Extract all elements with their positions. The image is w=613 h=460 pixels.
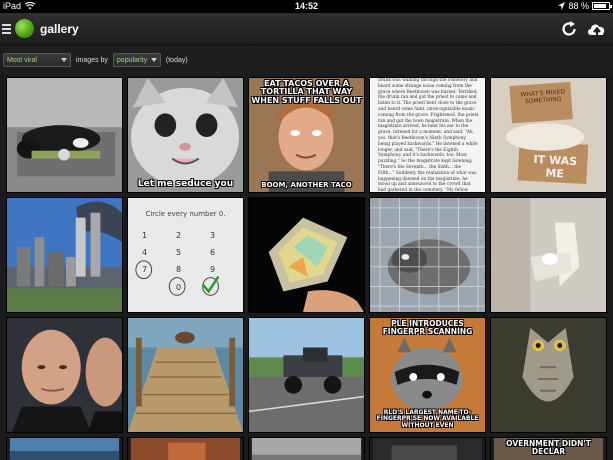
gallery-tile-truck[interactable] [248, 317, 365, 433]
dog-hiding-image [491, 198, 606, 312]
battery-icon [592, 2, 612, 10]
menu-icon[interactable] [2, 22, 11, 35]
gallery-tile-partial[interactable] [6, 437, 123, 460]
sort-select-value: Most viral [7, 56, 37, 64]
gallery-tile-meme-cat[interactable]: Let me seduce you [127, 77, 244, 193]
refresh-icon[interactable] [560, 20, 578, 38]
order-select-value: popularity [116, 56, 148, 64]
gallery-tile-partial[interactable] [127, 437, 244, 460]
meme-top-text: EAT TACOS OVER A TORTILLA THAT WAY WHEN … [251, 79, 362, 105]
gallery-tile-owl[interactable] [490, 317, 607, 433]
period-label: (today) [165, 56, 188, 64]
gallery-tile-cage[interactable] [369, 197, 486, 313]
cat-sleeping-image [7, 78, 122, 192]
gallery-tile-meme-partial[interactable]: OVERNMENT DIDN'T DECLAR [490, 437, 607, 460]
meme-top-text: OVERNMENT DIDN'T DECLAR [506, 439, 591, 456]
meme-top-text: PLE INTRODUCES FINGERPR SCANNING [382, 319, 473, 336]
dock-dog-image [128, 318, 243, 432]
partial-image [9, 438, 120, 460]
lifted-truck-image [249, 318, 364, 432]
gallery-grid: Let me seduce you EAT TACOS OVER A TORTI… [6, 77, 607, 460]
app-header: gallery [0, 13, 613, 45]
cat-face-image [128, 78, 243, 192]
bald-man-image [7, 318, 122, 432]
partial-image [251, 438, 362, 460]
clock: 14:52 [294, 1, 319, 11]
opal-image [249, 198, 364, 312]
sign-bottom-text: IT WAS ME [533, 152, 578, 181]
partial-image [372, 438, 483, 460]
meme-bottom-text: RLD'S LARGEST NAME-TO-FINGERPR SE NOW AV… [376, 409, 479, 429]
app-title: gallery [40, 22, 79, 36]
status-bar: iPad 14:52 88 % [0, 0, 613, 13]
meme-bottom-text: Let me seduce you [137, 178, 234, 189]
filter-bar: Most viral images by popularity (today) [0, 46, 613, 74]
chevron-down-icon [61, 58, 67, 62]
gallery-tile-opal[interactable] [248, 197, 365, 313]
owl-image [491, 318, 606, 432]
logo-icon [15, 19, 34, 38]
gallery-tile-meme-guy[interactable]: EAT TACOS OVER A TORTILLA THAT WAY WHEN … [248, 77, 365, 193]
city-skyline-image [7, 198, 122, 312]
gallery-tile-partial[interactable] [248, 437, 365, 460]
gallery-tile-dog[interactable] [490, 197, 607, 313]
order-select[interactable]: popularity [112, 53, 161, 67]
gallery-tile-cat-sleeping[interactable] [6, 77, 123, 193]
gallery-tile-dock[interactable] [127, 317, 244, 433]
battery-percent: 88 % [568, 1, 589, 11]
gallery-tile-bruce[interactable] [6, 317, 123, 433]
caged-animal-image [370, 198, 485, 312]
gallery-tile-numbers[interactable]: Circle every number 0. 1 2 3 4 5 6 7 8 9… [127, 197, 244, 313]
meme-bottom-text: BOOM, ANOTHER TACO [261, 180, 352, 189]
gallery-tile-meme-raccoon[interactable]: PLE INTRODUCES FINGERPR SCANNING RLD'S L… [369, 317, 486, 433]
gallery-tile-article[interactable]: drunk was walking through the cemetery a… [369, 77, 486, 193]
gallery-tile-city[interactable] [6, 197, 123, 313]
sort-select[interactable]: Most viral [3, 53, 71, 67]
article-text: drunk was walking through the cemetery a… [378, 78, 479, 193]
gallery-tile-signs[interactable]: WHAT'S MIXED SOMETHING IT WAS ME [490, 77, 607, 193]
app-window: iPad 14:52 88 % gallery Most viral image… [0, 0, 613, 460]
chevron-down-icon [150, 58, 157, 62]
partial-image [130, 438, 241, 460]
upload-cloud-icon[interactable] [586, 18, 608, 40]
location-icon [558, 2, 566, 10]
gallery-tile-partial[interactable] [369, 437, 486, 460]
puzzle-scribbles [135, 260, 220, 296]
images-by-label: images by [76, 56, 108, 64]
